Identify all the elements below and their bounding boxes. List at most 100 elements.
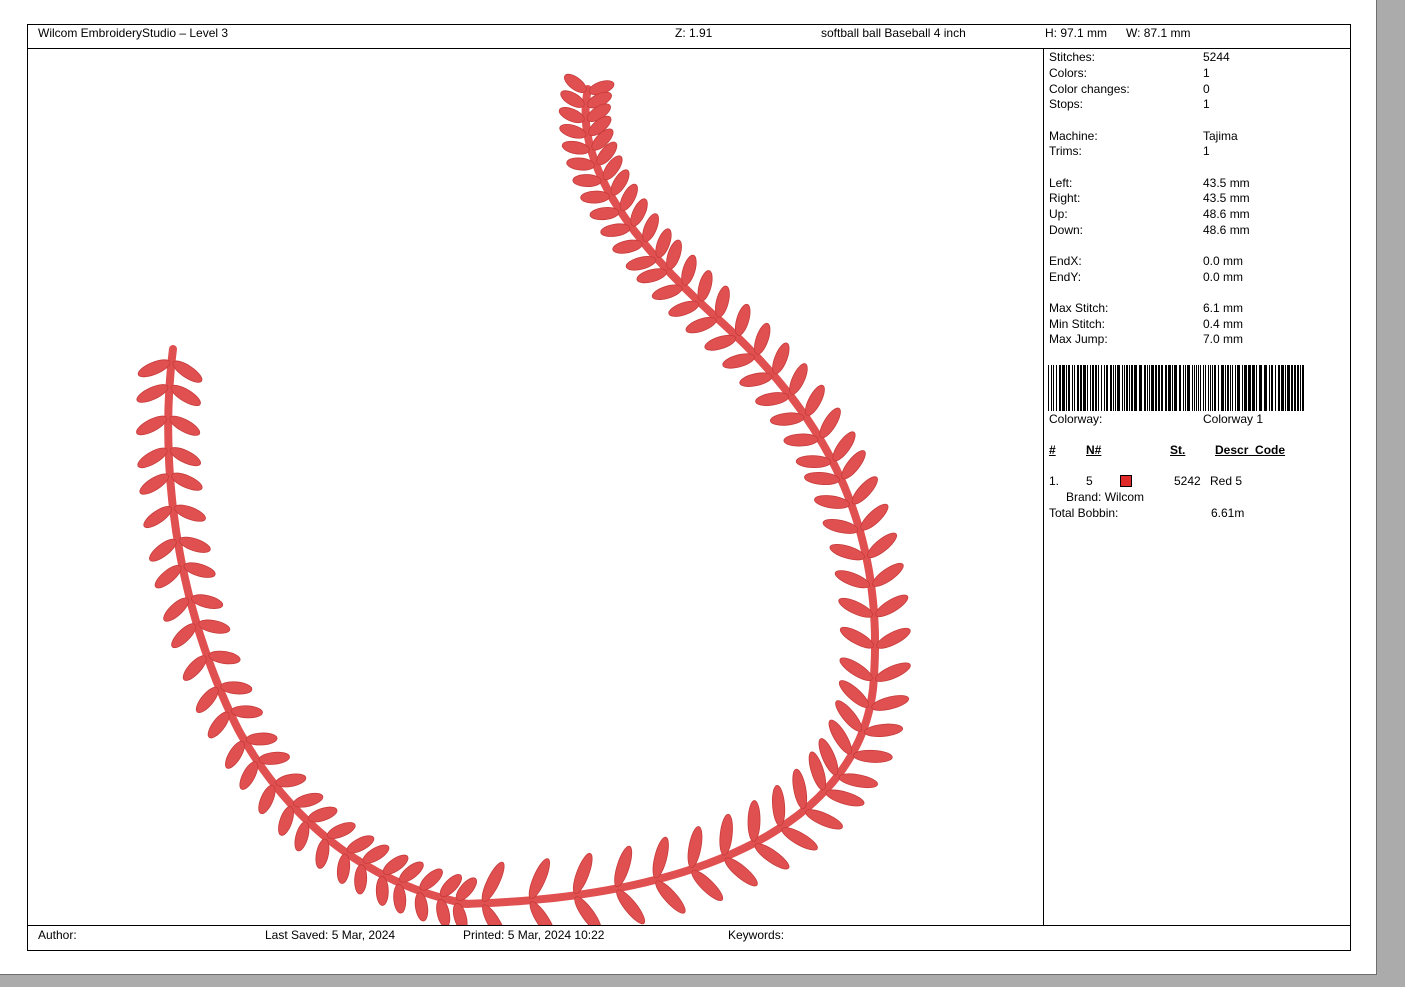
barcode-bar [1147,365,1148,411]
barcode-bar [1192,365,1193,411]
barcode-bar [1252,365,1255,411]
stitch-leaf [874,662,911,682]
barcode-bar [1225,365,1226,411]
barcode-bar [1095,365,1097,411]
stat-label: Down: [1049,223,1084,237]
stitch-leaf [734,303,751,336]
thread-color-swatch [1120,475,1132,487]
footer-row: Author: Last Saved: 5 Mar, 2024 Printed:… [28,925,1350,950]
barcode-bar [1198,365,1199,411]
barcode-bar [1200,365,1201,411]
stitch-leaf [375,875,389,906]
stitch-leaf [863,723,904,737]
barcode-bar [1101,365,1102,411]
stitch-leaf [589,207,620,221]
row-needle: 5 [1086,474,1093,488]
stitch-leaf [294,821,310,852]
stitch-leaf [783,433,819,447]
stitch-leaf [704,334,737,351]
barcode-bar [1264,365,1267,411]
design-width: W: 87.1 mm [1126,26,1191,40]
stitch-leaf [681,254,697,286]
stat-row: Up: 48.6 mm [1049,206,1349,222]
barcode-bar [1161,365,1163,411]
stitch-leaf [612,239,643,254]
stitch-leaf [867,532,898,559]
stitch-leaf [722,353,755,369]
barcode-bar [1235,365,1236,411]
stat-value: 5244 [1203,50,1230,64]
stitch-leaf [769,412,805,426]
stitch-leaf [354,864,368,895]
stitch-leaf [755,392,790,406]
barcode-bar [1129,365,1130,411]
stitch-leaf [655,880,686,914]
barcode-bar [1294,365,1296,411]
stitch-leaf [876,627,911,649]
barcode-bar [1259,365,1262,411]
barcode-bar [1131,365,1133,411]
barcode-bar [1168,365,1171,411]
stat-value: 1 [1203,144,1210,158]
stitch-leaf [169,415,201,436]
stitch-leaf [136,415,168,436]
stat-label: Left: [1049,176,1073,190]
barcode-bar [1285,365,1286,411]
barcode-bar [1139,365,1142,411]
stitch-leaf [804,384,825,416]
barcode-bar [1230,365,1231,411]
stitch-leaf [839,626,874,649]
stitch-leaf [697,270,713,302]
row-number: 1. [1049,474,1060,488]
barcode-bar [1214,365,1216,411]
barcode-bar [1172,365,1173,411]
stat-value: 0.4 mm [1203,317,1244,331]
barcode-bar [1048,365,1049,411]
stitch-leaf [574,896,602,926]
barcode-bar [1187,365,1190,411]
barcode-bar [1151,365,1154,411]
stat-value: 7.0 mm [1203,332,1244,346]
stat-label: Up: [1049,207,1068,221]
col-header-stitches: St. [1170,443,1186,457]
design-preview [28,49,1044,926]
barcode-bar [1149,365,1150,411]
author-label: Author: [38,928,77,942]
barcode-bar [1203,365,1204,411]
stitch-leaf [872,562,904,587]
stitch-leaf [258,751,290,765]
barcode-bar [1068,365,1070,411]
stitch-leaf [852,749,893,763]
stat-value: Tajima [1203,129,1238,143]
stats-panel: Stitches: 5244 Colors: 1 Color changes: 0 Stop… [1044,49,1350,926]
stitch-leaf [739,372,773,387]
barcode-bar [1104,365,1105,411]
colorway-value: Colorway 1 [1203,412,1264,426]
barcode-bar [1165,365,1167,411]
stat-label: Right: [1049,191,1081,205]
stat-label: Colors: [1049,66,1088,80]
stat-row: EndY: 0.0 mm [1049,269,1349,285]
barcode-bar [1244,365,1247,411]
stitch-leaf [724,857,758,887]
stitch-leaf [170,384,201,407]
stitch-leaf [315,838,330,869]
stat-value: 0.0 mm [1203,254,1244,268]
stitch-leaf [875,594,909,618]
stitch-leaf [580,190,610,204]
print-preview-sheet: Wilcom EmbroideryStudio – Level 3 Z: 1.9… [0,0,1377,975]
barcode-bar [1237,365,1240,411]
col-header-number: # [1049,443,1056,457]
barcode-bar [1291,365,1293,411]
stitch-leaf [792,768,808,810]
stitch-leaf [182,655,207,681]
stitch-leaf [143,506,172,529]
barcode-bar [1124,365,1125,411]
stat-value: 48.6 mm [1203,223,1250,237]
row-stitches: 5242 [1174,474,1201,488]
right-seam-stitch-line [454,85,879,908]
stitch-leaf [481,861,505,903]
barcode-bar [1179,365,1181,411]
colorway-label: Colorway: [1049,412,1103,426]
baseball-seam-embroidery [136,73,911,926]
